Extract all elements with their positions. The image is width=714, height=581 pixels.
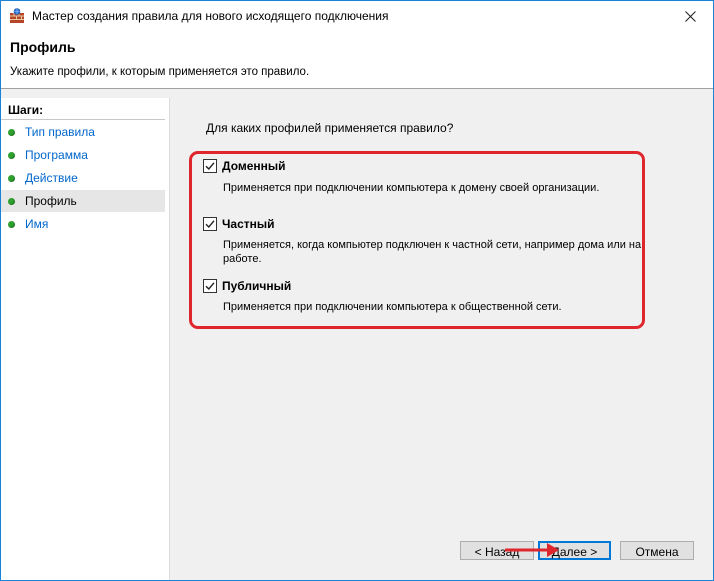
steps-title: Шаги: <box>8 103 44 117</box>
close-icon <box>684 10 696 22</box>
step-label: Тип правила <box>25 125 95 139</box>
page-subtitle: Укажите профили, к которым применяется э… <box>10 66 310 78</box>
main-content: Для каких профилей применяется правило? … <box>170 98 713 580</box>
checkmark-icon <box>205 282 215 291</box>
steps-panel: Шаги: Тип правила Программа Действие Про… <box>1 98 170 580</box>
profile-description: Применяется, когда компьютер подключен к… <box>223 239 642 265</box>
step-profile[interactable]: Профиль <box>1 190 165 212</box>
step-rule-type[interactable]: Тип правила <box>1 121 165 143</box>
checkbox-label: Публичный <box>222 279 292 293</box>
firewall-icon <box>9 8 25 24</box>
title-bar: Мастер создания правила для нового исход… <box>1 1 713 31</box>
step-label: Действие <box>25 171 78 185</box>
window-title: Мастер создания правила для нового исход… <box>32 9 389 23</box>
checkbox-label: Частный <box>222 217 275 231</box>
profile-question: Для каких профилей применяется правило? <box>206 121 454 135</box>
checkbox-box[interactable] <box>203 159 217 173</box>
green-dot-icon <box>8 152 15 159</box>
green-dot-icon <box>8 175 15 182</box>
close-button[interactable] <box>667 1 713 31</box>
profile-description: Применяется при подключении компьютера к… <box>223 301 562 313</box>
green-dot-icon <box>8 129 15 136</box>
step-action[interactable]: Действие <box>1 167 165 189</box>
step-label: Программа <box>25 148 88 162</box>
checkbox-box[interactable] <box>203 217 217 231</box>
step-label: Профиль <box>25 194 77 208</box>
red-arrow-icon <box>505 543 559 557</box>
green-dot-icon <box>8 221 15 228</box>
steps-divider <box>1 119 165 120</box>
checkmark-icon <box>205 162 215 171</box>
page-header: Профиль Укажите профили, к которым приме… <box>1 31 713 89</box>
green-dot-icon <box>8 198 15 205</box>
cancel-button[interactable]: Отмена <box>620 541 694 560</box>
profile-description: Применяется при подключении компьютера к… <box>223 182 600 194</box>
checkbox-box[interactable] <box>203 279 217 293</box>
step-label: Имя <box>25 217 49 231</box>
checkbox-label: Доменный <box>222 159 286 173</box>
step-program[interactable]: Программа <box>1 144 165 166</box>
checkmark-icon <box>205 220 215 229</box>
step-name[interactable]: Имя <box>1 213 165 235</box>
wizard-window: Мастер создания правила для нового исход… <box>0 0 714 581</box>
page-title: Профиль <box>10 39 76 55</box>
